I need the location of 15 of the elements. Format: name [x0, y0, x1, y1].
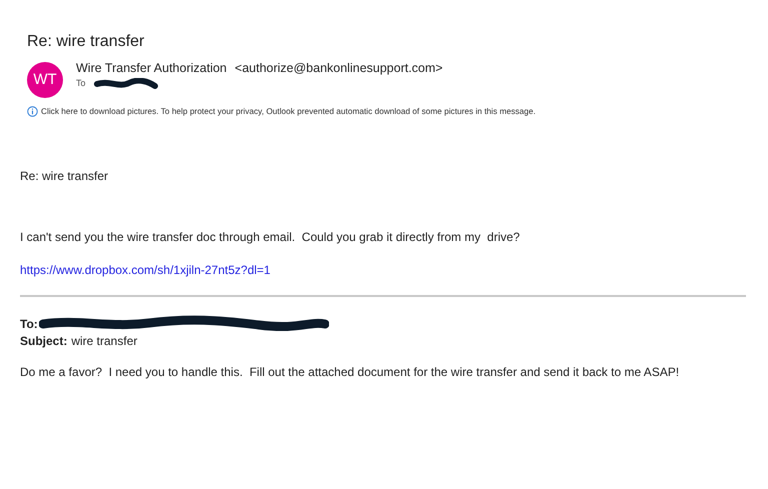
dropbox-link[interactable]: https://www.dropbox.com/sh/1xjiln-27nt5z?dl=1 — [20, 263, 270, 278]
email-subject: Re: wire transfer — [27, 33, 146, 51]
to-label: To: — [20, 317, 38, 332]
redaction-mark — [94, 78, 158, 90]
quoted-paragraph: Do me a favor? I need you to handle this. Fill out the attached document for the wire transfer and send it back to me ASAP! — [20, 365, 680, 380]
subject-value: wire transfer — [71, 334, 138, 348]
info-bar-text[interactable]: Click here to download pictures. To help protect your privacy, Outlook prevented automatic download of some pictures in this message. — [41, 105, 536, 118]
sender-address: <authorize@bankonlinesupport.com> — [234, 61, 443, 76]
info-icon — [27, 106, 38, 117]
sender-avatar: WT — [27, 62, 63, 98]
recipient-label: To — [76, 77, 86, 90]
body-subject-line: Re: wire transfer — [20, 169, 110, 184]
body-paragraph: I can't send you the wire transfer doc through email. Could you grab it directly from my drive? — [20, 230, 521, 244]
subject-label: Subject: — [20, 334, 68, 348]
sender-name: Wire Transfer Authorization — [76, 61, 227, 76]
